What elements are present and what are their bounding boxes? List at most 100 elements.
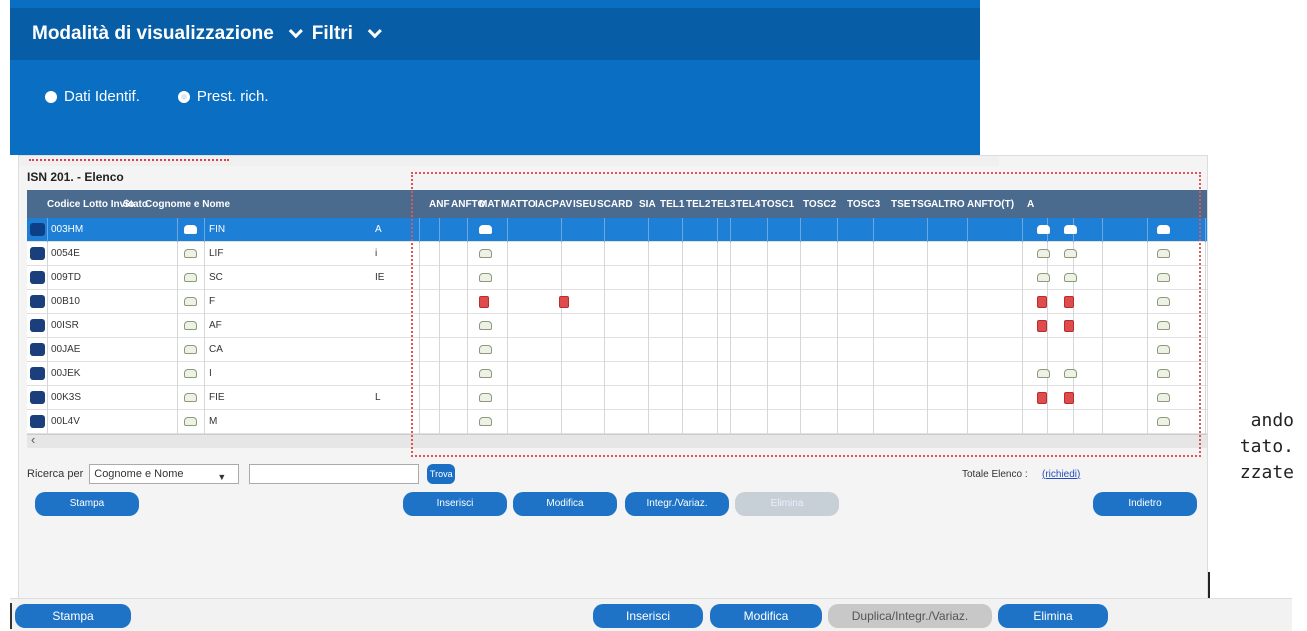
cell-divider: [204, 314, 205, 338]
select-value: Cognome e Nome: [94, 468, 184, 480]
row-detail-icon[interactable]: [30, 271, 45, 284]
status-envelope-icon: [184, 393, 197, 402]
highlight-box: [411, 172, 1201, 457]
cell-divider: [177, 386, 178, 410]
row-detail-icon[interactable]: [30, 247, 45, 260]
cell-divider: [204, 242, 205, 266]
cell-code: 00L4V: [51, 416, 80, 427]
row-detail-icon[interactable]: [30, 319, 45, 332]
insert-button[interactable]: Inserisci: [593, 604, 703, 628]
status-envelope-icon: [184, 273, 197, 282]
cell-name: M: [209, 416, 218, 427]
filters-menu[interactable]: Filtri: [312, 23, 382, 45]
cell-divider: [204, 338, 205, 362]
integr-button[interactable]: Integr./Variaz.: [625, 492, 729, 516]
cell-divider: [204, 410, 205, 434]
row-detail-icon[interactable]: [30, 415, 45, 428]
status-envelope-icon: [184, 321, 197, 330]
cell-divider: [204, 362, 205, 386]
cell-divider: [47, 386, 48, 410]
divider: [10, 603, 12, 629]
cell-code: 003HM: [51, 224, 84, 235]
list-title: ISN 201. - Elenco: [27, 170, 124, 184]
dropdown-arrow-icon: ▼: [217, 472, 227, 482]
delete-button[interactable]: Elimina: [735, 492, 839, 516]
highlight-underline: [29, 156, 229, 161]
radio-dati-identif[interactable]: Dati Identif.: [45, 88, 140, 105]
view-mode-menu[interactable]: Modalità di visualizzazione: [32, 23, 303, 45]
side-text-line: ando: [1250, 410, 1294, 431]
cell-divider: [1205, 314, 1206, 338]
status-envelope-icon: [184, 369, 197, 378]
cell-code: 0054E: [51, 248, 80, 259]
cell-name-suffix: IE: [375, 272, 385, 283]
search-label: Ricerca per: [27, 468, 84, 480]
cell-divider: [177, 410, 178, 434]
top-menu-bar: Modalità di visualizzazione Filtri: [10, 8, 980, 60]
modify-button[interactable]: Modifica: [710, 604, 822, 628]
cell-divider: [177, 218, 178, 242]
row-detail-icon[interactable]: [30, 295, 45, 308]
cell-divider: [177, 290, 178, 314]
insert-button[interactable]: Inserisci: [403, 492, 507, 516]
chevron-down-icon: [367, 24, 382, 39]
cell-divider: [177, 242, 178, 266]
radio-button-icon: [45, 90, 57, 103]
print-button[interactable]: Stampa: [35, 492, 139, 516]
cell-name-suffix: L: [375, 392, 381, 403]
cell-divider: [47, 338, 48, 362]
status-envelope-icon: [184, 417, 197, 426]
delete-button[interactable]: Elimina: [998, 604, 1108, 628]
cell-divider: [177, 338, 178, 362]
cell-divider: [204, 386, 205, 410]
status-envelope-icon: [184, 225, 197, 234]
cell-divider: [204, 218, 205, 242]
cell-divider: [1205, 290, 1206, 314]
row-detail-icon[interactable]: [30, 391, 45, 404]
total-label: Totale Elenco :: [962, 468, 1028, 480]
list-panel: ISN 201. - Elenco Codice Lotto Invio Stato…: [18, 155, 1208, 603]
print-button[interactable]: Stampa: [15, 604, 131, 628]
view-mode-label: Modalità di visualizzazione: [32, 23, 274, 44]
cell-divider: [47, 266, 48, 290]
row-detail-icon[interactable]: [30, 343, 45, 356]
cell-divider: [47, 242, 48, 266]
cell-code: 009TD: [51, 272, 82, 283]
cell-divider: [1205, 386, 1206, 410]
row-detail-icon[interactable]: [30, 223, 45, 236]
back-button[interactable]: Indietro: [1093, 492, 1197, 516]
cell-name: CA: [209, 344, 223, 355]
search-button[interactable]: Trova: [427, 464, 456, 484]
cell-divider: [1205, 338, 1206, 362]
cell-divider: [1205, 410, 1206, 434]
duplicate-button[interactable]: Duplica/Integr./Variaz.: [828, 604, 992, 628]
radio-button-selected-icon: [177, 90, 190, 103]
cell-divider: [47, 290, 48, 314]
cell-name: FIE: [209, 392, 225, 403]
cell-name: LIF: [209, 248, 224, 259]
cell-name-suffix: A: [375, 224, 382, 235]
cell-divider: [1205, 266, 1206, 290]
cell-code: 00K3S: [51, 392, 82, 403]
cell-divider: [177, 362, 178, 386]
radio-label: Prest. rich.: [196, 88, 269, 105]
chevron-down-icon: [288, 24, 303, 39]
total-request-link[interactable]: (richiedi): [1042, 469, 1080, 480]
cell-name-suffix: i: [375, 248, 378, 259]
cell-divider: [1205, 362, 1206, 386]
cell-divider: [47, 362, 48, 386]
search-field-select[interactable]: Cognome e Nome ▼: [89, 464, 240, 484]
cell-divider: [1205, 218, 1206, 242]
column-header[interactable]: Cognome e Nome: [145, 199, 230, 210]
cell-code: 00JAE: [51, 344, 81, 355]
radio-prest-rich[interactable]: Prest. rich.: [177, 88, 269, 105]
search-input[interactable]: [249, 464, 420, 484]
cell-divider: [47, 218, 48, 242]
modify-button[interactable]: Modifica: [513, 492, 617, 516]
scroll-left-icon[interactable]: ‹: [31, 432, 35, 447]
cell-divider: [1205, 242, 1206, 266]
status-envelope-icon: [184, 249, 197, 258]
cell-code: 00B10: [51, 296, 80, 307]
row-detail-icon[interactable]: [30, 367, 45, 380]
column-header[interactable]: Codice: [47, 199, 80, 210]
